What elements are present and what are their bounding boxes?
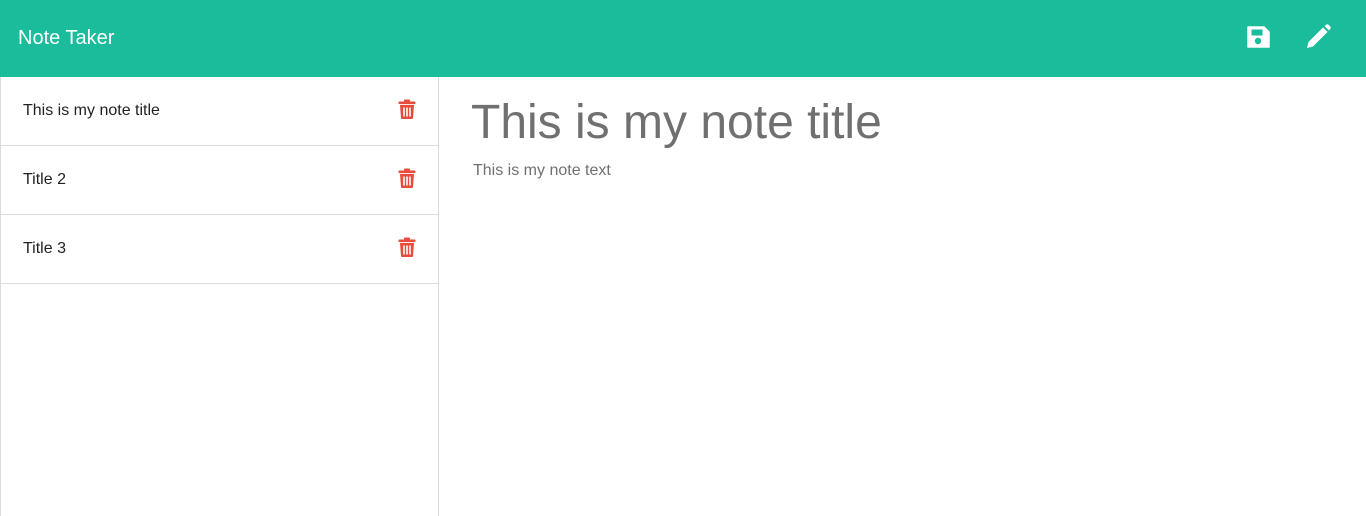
brand-link[interactable]: Note Taker bbox=[18, 25, 114, 51]
note-editor: This is my note text bbox=[439, 77, 1366, 516]
list-item[interactable]: Title 3 bbox=[1, 215, 438, 284]
note-title-input[interactable] bbox=[471, 91, 1331, 153]
delete-note-button[interactable] bbox=[398, 167, 416, 189]
note-textarea[interactable]: This is my note text bbox=[473, 162, 1333, 282]
trash-icon bbox=[398, 237, 416, 257]
delete-note-button[interactable] bbox=[398, 236, 416, 258]
notes-sidebar: This is my note title Title 2 Title 3 bbox=[0, 77, 439, 516]
note-item-title: Title 2 bbox=[23, 171, 66, 188]
new-note-icon[interactable] bbox=[1303, 22, 1333, 52]
note-list: This is my note title Title 2 Title 3 bbox=[1, 77, 438, 284]
pencil-icon bbox=[1307, 24, 1331, 48]
trash-icon bbox=[398, 168, 416, 188]
list-item[interactable]: Title 2 bbox=[1, 146, 438, 215]
navbar: Note Taker bbox=[0, 0, 1366, 77]
trash-icon bbox=[398, 99, 416, 119]
note-item-title: Title 3 bbox=[23, 240, 66, 257]
save-note-icon[interactable] bbox=[1243, 22, 1273, 52]
delete-note-button[interactable] bbox=[398, 98, 416, 120]
floppy-disk-icon bbox=[1247, 26, 1270, 48]
note-item-title: This is my note title bbox=[23, 102, 160, 119]
list-item[interactable]: This is my note title bbox=[1, 77, 438, 146]
